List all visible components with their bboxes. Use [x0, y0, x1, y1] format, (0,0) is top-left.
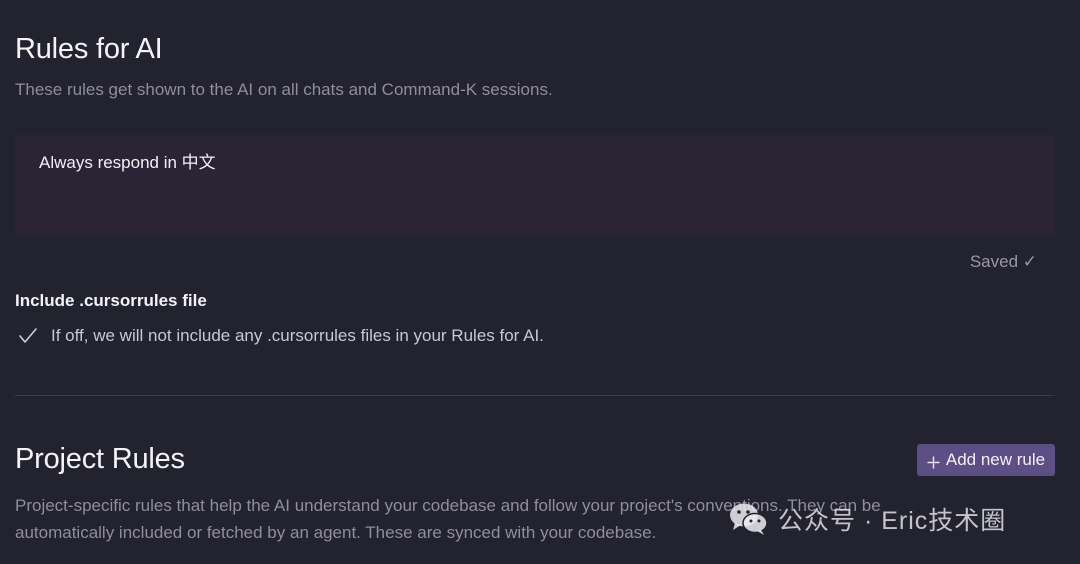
- wechat-icon: [728, 500, 770, 538]
- section-divider: [15, 395, 1055, 396]
- project-rules-description-line2: automatically included or fetched by an …: [15, 523, 657, 542]
- cursorrules-toggle[interactable]: If off, we will not include any .cursorr…: [18, 326, 544, 346]
- settings-page: Rules for AI These rules get shown to th…: [0, 0, 1080, 564]
- plus-icon: [927, 454, 940, 468]
- save-status: Saved ✓: [969, 252, 1037, 271]
- add-new-rule-button[interactable]: Add new rule: [917, 444, 1055, 476]
- rules-textarea[interactable]: Always respond in 中文: [15, 135, 1055, 235]
- project-rules-title: Project Rules: [15, 443, 185, 475]
- cursorrules-toggle-label: If off, we will not include any .cursorr…: [51, 326, 544, 345]
- watermark: 公众号 · Eric技术圈: [728, 500, 1006, 538]
- rules-textarea-value: Always respond in 中文: [39, 153, 216, 172]
- add-new-rule-label: Add new rule: [945, 450, 1046, 469]
- rules-for-ai-title: Rules for AI: [15, 33, 163, 65]
- checkmark-icon[interactable]: [18, 326, 38, 346]
- rules-for-ai-description: These rules get shown to the AI on all c…: [15, 80, 553, 99]
- cursorrules-heading: Include .cursorrules file: [15, 291, 207, 310]
- watermark-text: 公众号 · Eric技术圈: [778, 507, 1007, 535]
